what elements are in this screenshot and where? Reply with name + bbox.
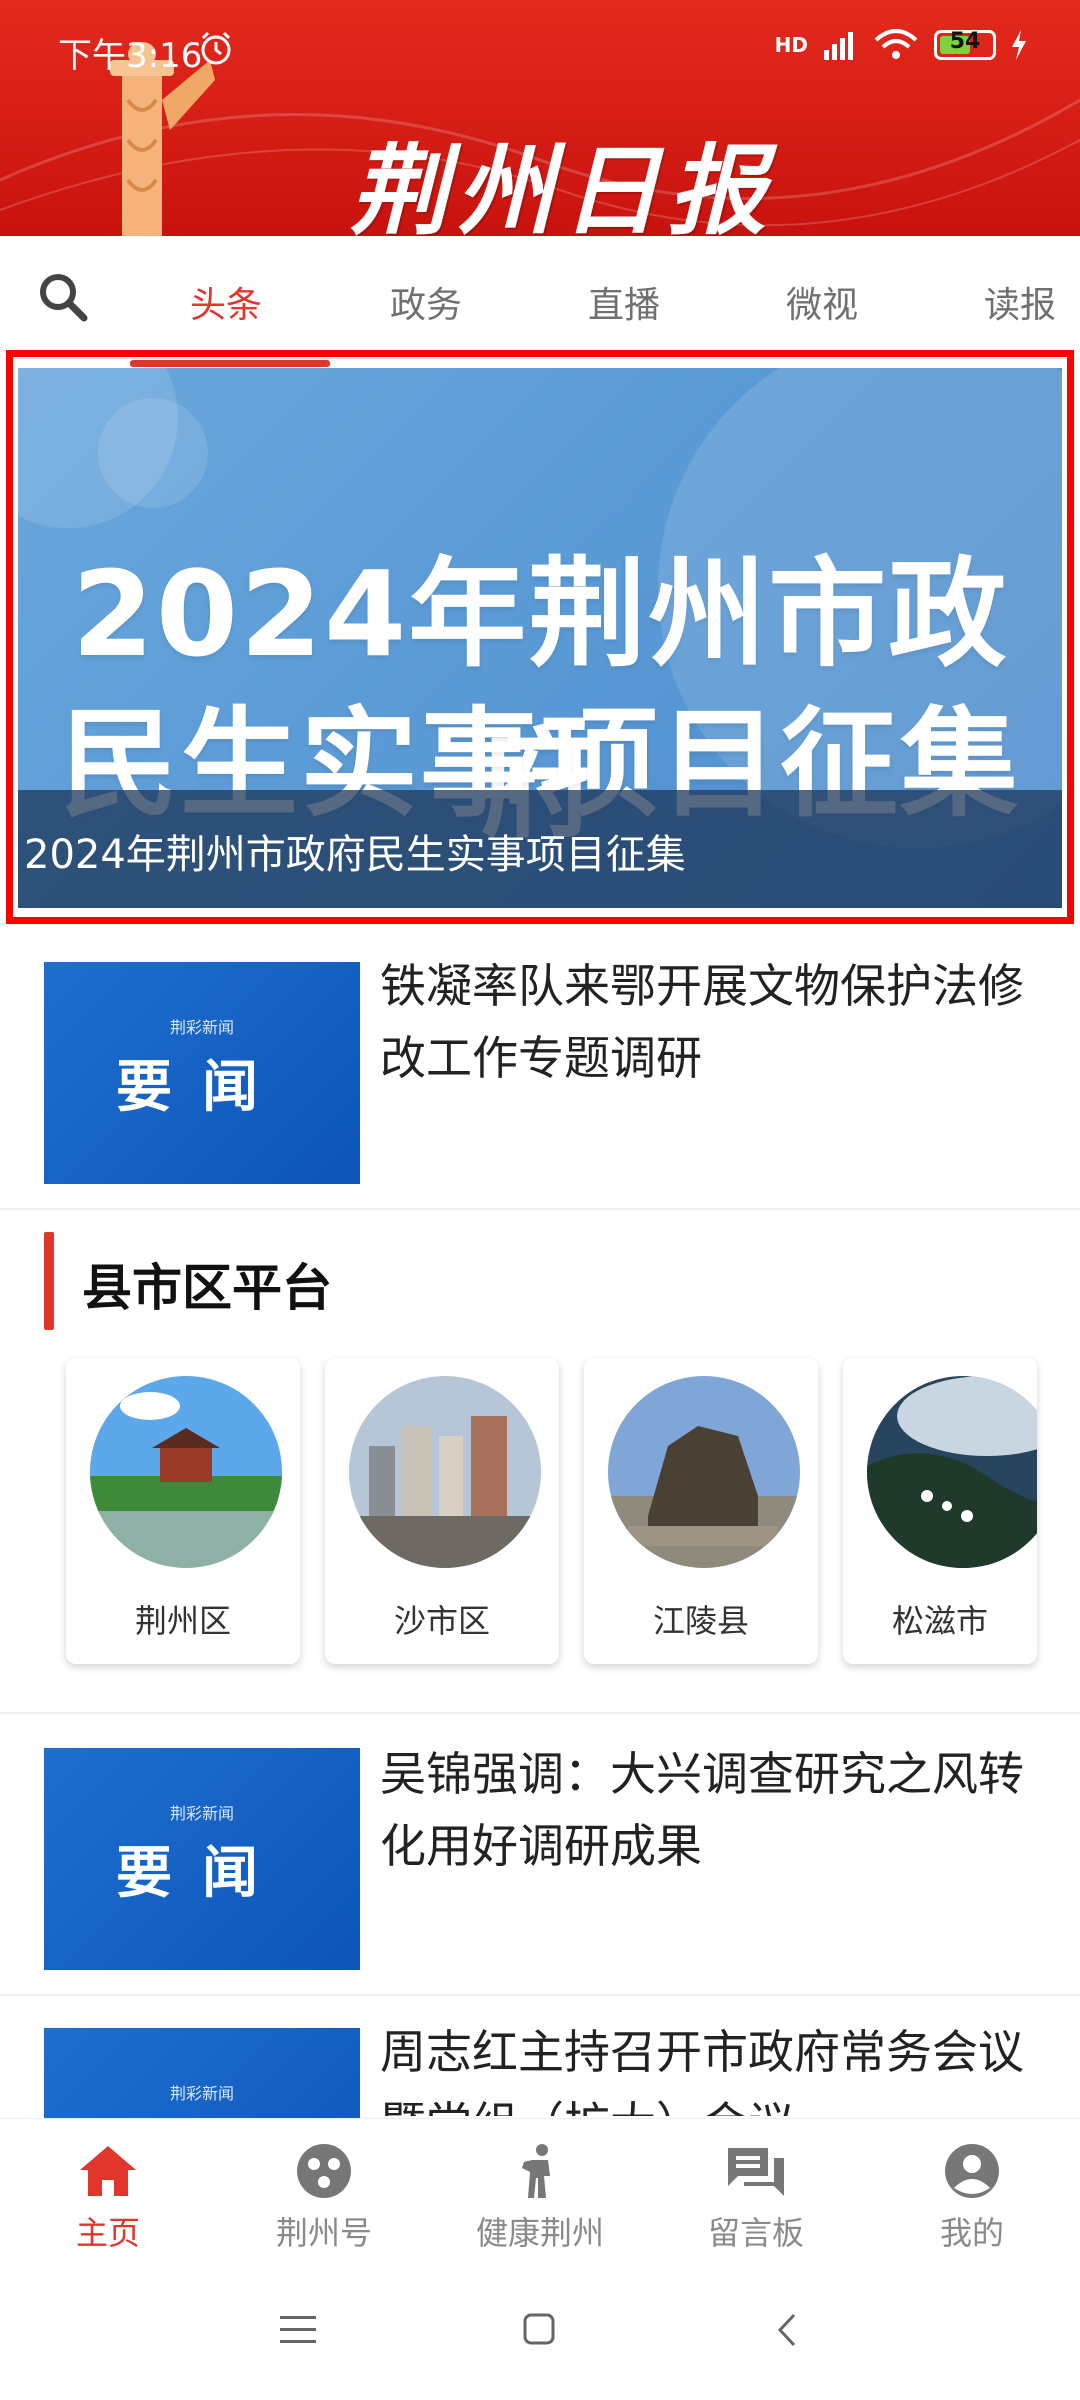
news-thumbnail[interactable]: 荆彩新闻 要闻 bbox=[44, 962, 360, 1184]
nav-label: 留言板 bbox=[707, 2214, 804, 2252]
nav-home[interactable]: 主页 bbox=[0, 2130, 216, 2260]
divider bbox=[0, 1712, 1080, 1714]
thumbnail-tag: 荆彩新闻 bbox=[169, 2084, 234, 2103]
nav-label: 荆州号 bbox=[275, 2214, 372, 2252]
person-walk-icon bbox=[522, 2144, 550, 2198]
tab-headlines[interactable]: 头条 bbox=[190, 276, 262, 328]
battery-icon: 54 bbox=[934, 29, 996, 60]
county-photo bbox=[90, 1376, 282, 1568]
county-photo bbox=[867, 1376, 1037, 1568]
home-square-icon[interactable] bbox=[522, 2312, 556, 2346]
menu-icon[interactable] bbox=[280, 2314, 316, 2346]
thumbnail-label: 要闻 bbox=[116, 1841, 288, 1906]
channel-tab-bar bbox=[0, 236, 1080, 359]
divider bbox=[0, 1994, 1080, 1996]
nav-health[interactable]: 健康荆州 bbox=[432, 2130, 648, 2260]
news-thumbnail[interactable]: 荆彩新闻 要闻 bbox=[44, 1748, 360, 1970]
news-title[interactable]: 吴锦强调：大兴调查研究之风转化用好调研成果 bbox=[380, 1738, 1040, 1882]
charging-icon bbox=[1012, 30, 1026, 60]
nav-jingzhou-hao[interactable]: 荆州号 bbox=[216, 2130, 432, 2260]
search-icon[interactable] bbox=[36, 270, 92, 326]
tab-read-paper[interactable]: 读报 bbox=[984, 276, 1056, 328]
nav-label: 主页 bbox=[75, 2214, 140, 2252]
network-label: HD bbox=[774, 33, 808, 57]
dots-circle-icon bbox=[297, 2144, 351, 2198]
battery-level: 54 bbox=[949, 29, 981, 54]
thumbnail-label: 要闻 bbox=[116, 1055, 288, 1120]
nav-label: 我的 bbox=[939, 2214, 1004, 2252]
status-indicators: HD 54 bbox=[775, 28, 1028, 62]
county-card-jingzhou[interactable]: 荆州区 bbox=[66, 1358, 300, 1664]
tab-live[interactable]: 直播 bbox=[588, 276, 660, 328]
section-title: 县市区平台 bbox=[82, 1259, 332, 1317]
tab-government[interactable]: 政务 bbox=[390, 276, 462, 328]
user-icon bbox=[945, 2144, 999, 2198]
news-title[interactable]: 铁凝率队来鄂开展文物保护法修改工作专题调研 bbox=[380, 950, 1040, 1094]
alarm-icon bbox=[201, 31, 231, 65]
nav-message-board[interactable]: 留言板 bbox=[648, 2130, 864, 2260]
county-label: 荆州区 bbox=[134, 1602, 231, 1640]
signal-icon bbox=[824, 32, 853, 60]
thumbnail-tag: 荆彩新闻 bbox=[169, 1018, 234, 1037]
home-icon bbox=[80, 2146, 136, 2196]
news-title[interactable]: 周志红主持召开市政府常务会议暨党组（扩大）会议 bbox=[380, 2016, 1040, 2116]
nav-profile[interactable]: 我的 bbox=[864, 2130, 1080, 2260]
banner-highlight-frame bbox=[6, 350, 1074, 924]
county-card-songzi[interactable]: 松滋市 bbox=[843, 1358, 1037, 1664]
back-icon[interactable] bbox=[776, 2312, 798, 2348]
app-logo: 荆州日报 bbox=[350, 134, 775, 249]
thumbnail-tag: 荆彩新闻 bbox=[169, 1804, 234, 1823]
county-photo bbox=[349, 1376, 541, 1568]
tab-micro-video[interactable]: 微视 bbox=[786, 276, 858, 328]
divider bbox=[0, 1208, 1080, 1210]
county-label: 松滋市 bbox=[891, 1602, 988, 1640]
chat-icon bbox=[728, 2148, 784, 2196]
status-time: 下午3:16 bbox=[58, 36, 203, 76]
nav-label: 健康荆州 bbox=[475, 2214, 604, 2252]
county-card-jiangling[interactable]: 江陵县 bbox=[584, 1358, 818, 1664]
county-photo bbox=[608, 1376, 800, 1568]
county-label: 沙市区 bbox=[393, 1602, 490, 1640]
county-label: 江陵县 bbox=[652, 1602, 749, 1640]
wifi-icon bbox=[874, 29, 918, 59]
county-card-shashi[interactable]: 沙市区 bbox=[325, 1358, 559, 1664]
section-accent-bar bbox=[44, 1232, 54, 1330]
